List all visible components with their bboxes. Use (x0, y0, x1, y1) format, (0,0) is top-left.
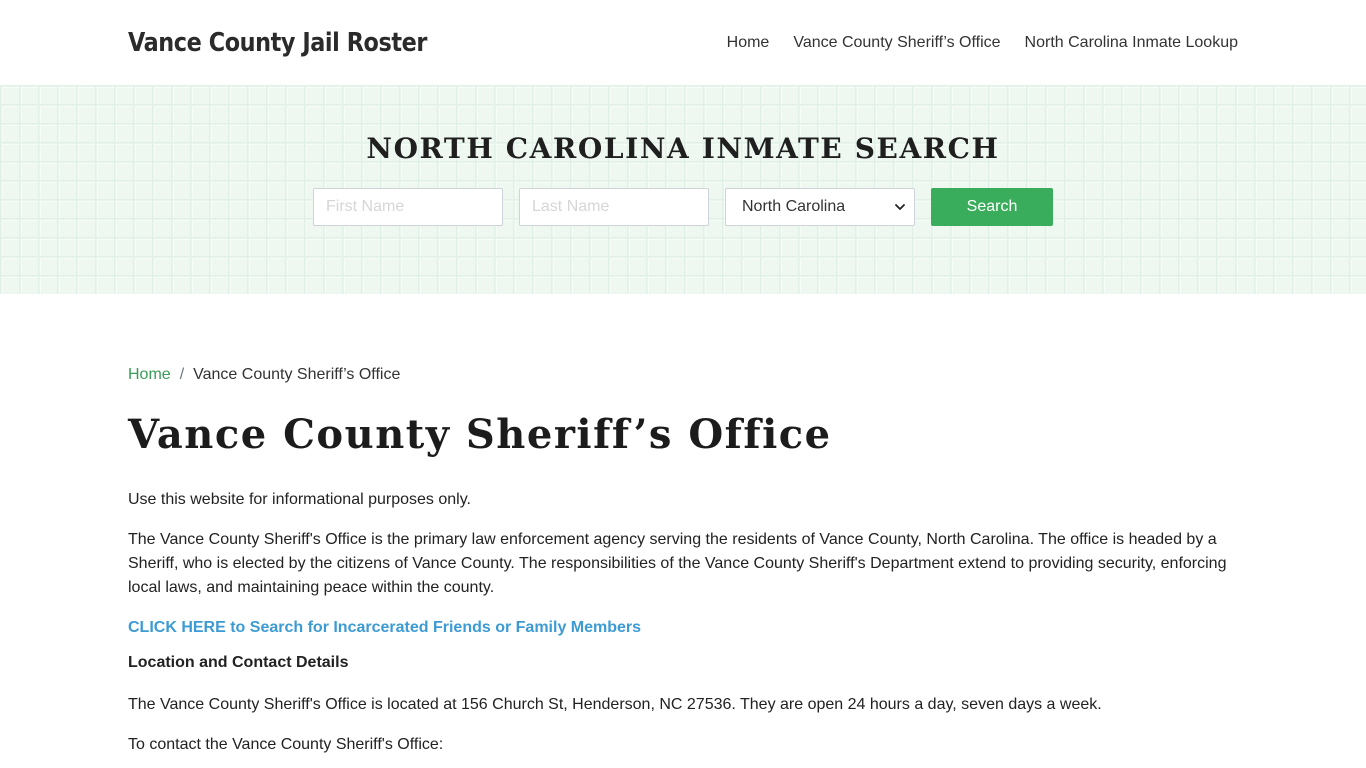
location-paragraph: The Vance County Sheriff's Office is loc… (128, 696, 1102, 713)
article-body: Use this website for informational purpo… (128, 488, 1238, 757)
search-button[interactable]: Search (931, 188, 1053, 226)
hero-title: NORTH CAROLINA INMATE SEARCH (366, 132, 1000, 165)
inmate-search-form: North Carolina Search (313, 188, 1053, 226)
inmate-search-hero: NORTH CAROLINA INMATE SEARCH North Carol… (0, 85, 1366, 294)
breadcrumb-home[interactable]: Home (128, 366, 171, 384)
nav-sheriffs-office[interactable]: Vance County Sheriff’s Office (793, 34, 1000, 52)
state-select-value: North Carolina (742, 198, 846, 215)
first-name-input[interactable] (313, 188, 503, 226)
last-name-input[interactable] (519, 188, 709, 226)
breadcrumb-separator: / (179, 366, 185, 383)
cta-paragraph: CLICK HERE to Search for Incarcerated Fr… (128, 616, 1238, 640)
state-select[interactable]: North Carolina (725, 188, 915, 226)
site-header: Vance County Jail Roster Home Vance Coun… (0, 0, 1366, 85)
contact-intro-paragraph: To contact the Vance County Sheriff's Of… (128, 736, 444, 753)
main-nav: Home Vance County Sheriff’s Office North… (703, 34, 1238, 52)
search-incarcerated-link[interactable]: CLICK HERE to Search for Incarcerated Fr… (128, 619, 641, 636)
page-title: Vance County Sheriff’s Office (128, 411, 832, 458)
nav-inmate-lookup[interactable]: North Carolina Inmate Lookup (1025, 34, 1238, 52)
chevron-down-icon (895, 204, 905, 210)
intro-paragraph: Use this website for informational purpo… (128, 491, 471, 508)
breadcrumb: Home / Vance County Sheriff’s Office (128, 366, 1238, 384)
main-content: Home / Vance County Sheriff’s Office Van… (0, 294, 1366, 757)
breadcrumb-current: Vance County Sheriff’s Office (193, 366, 401, 383)
description-paragraph: The Vance County Sheriff's Office is the… (128, 531, 1227, 596)
site-logo-link[interactable]: Vance County Jail Roster (128, 28, 427, 58)
nav-home[interactable]: Home (727, 34, 770, 52)
location-heading: Location and Contact Details (128, 654, 349, 671)
